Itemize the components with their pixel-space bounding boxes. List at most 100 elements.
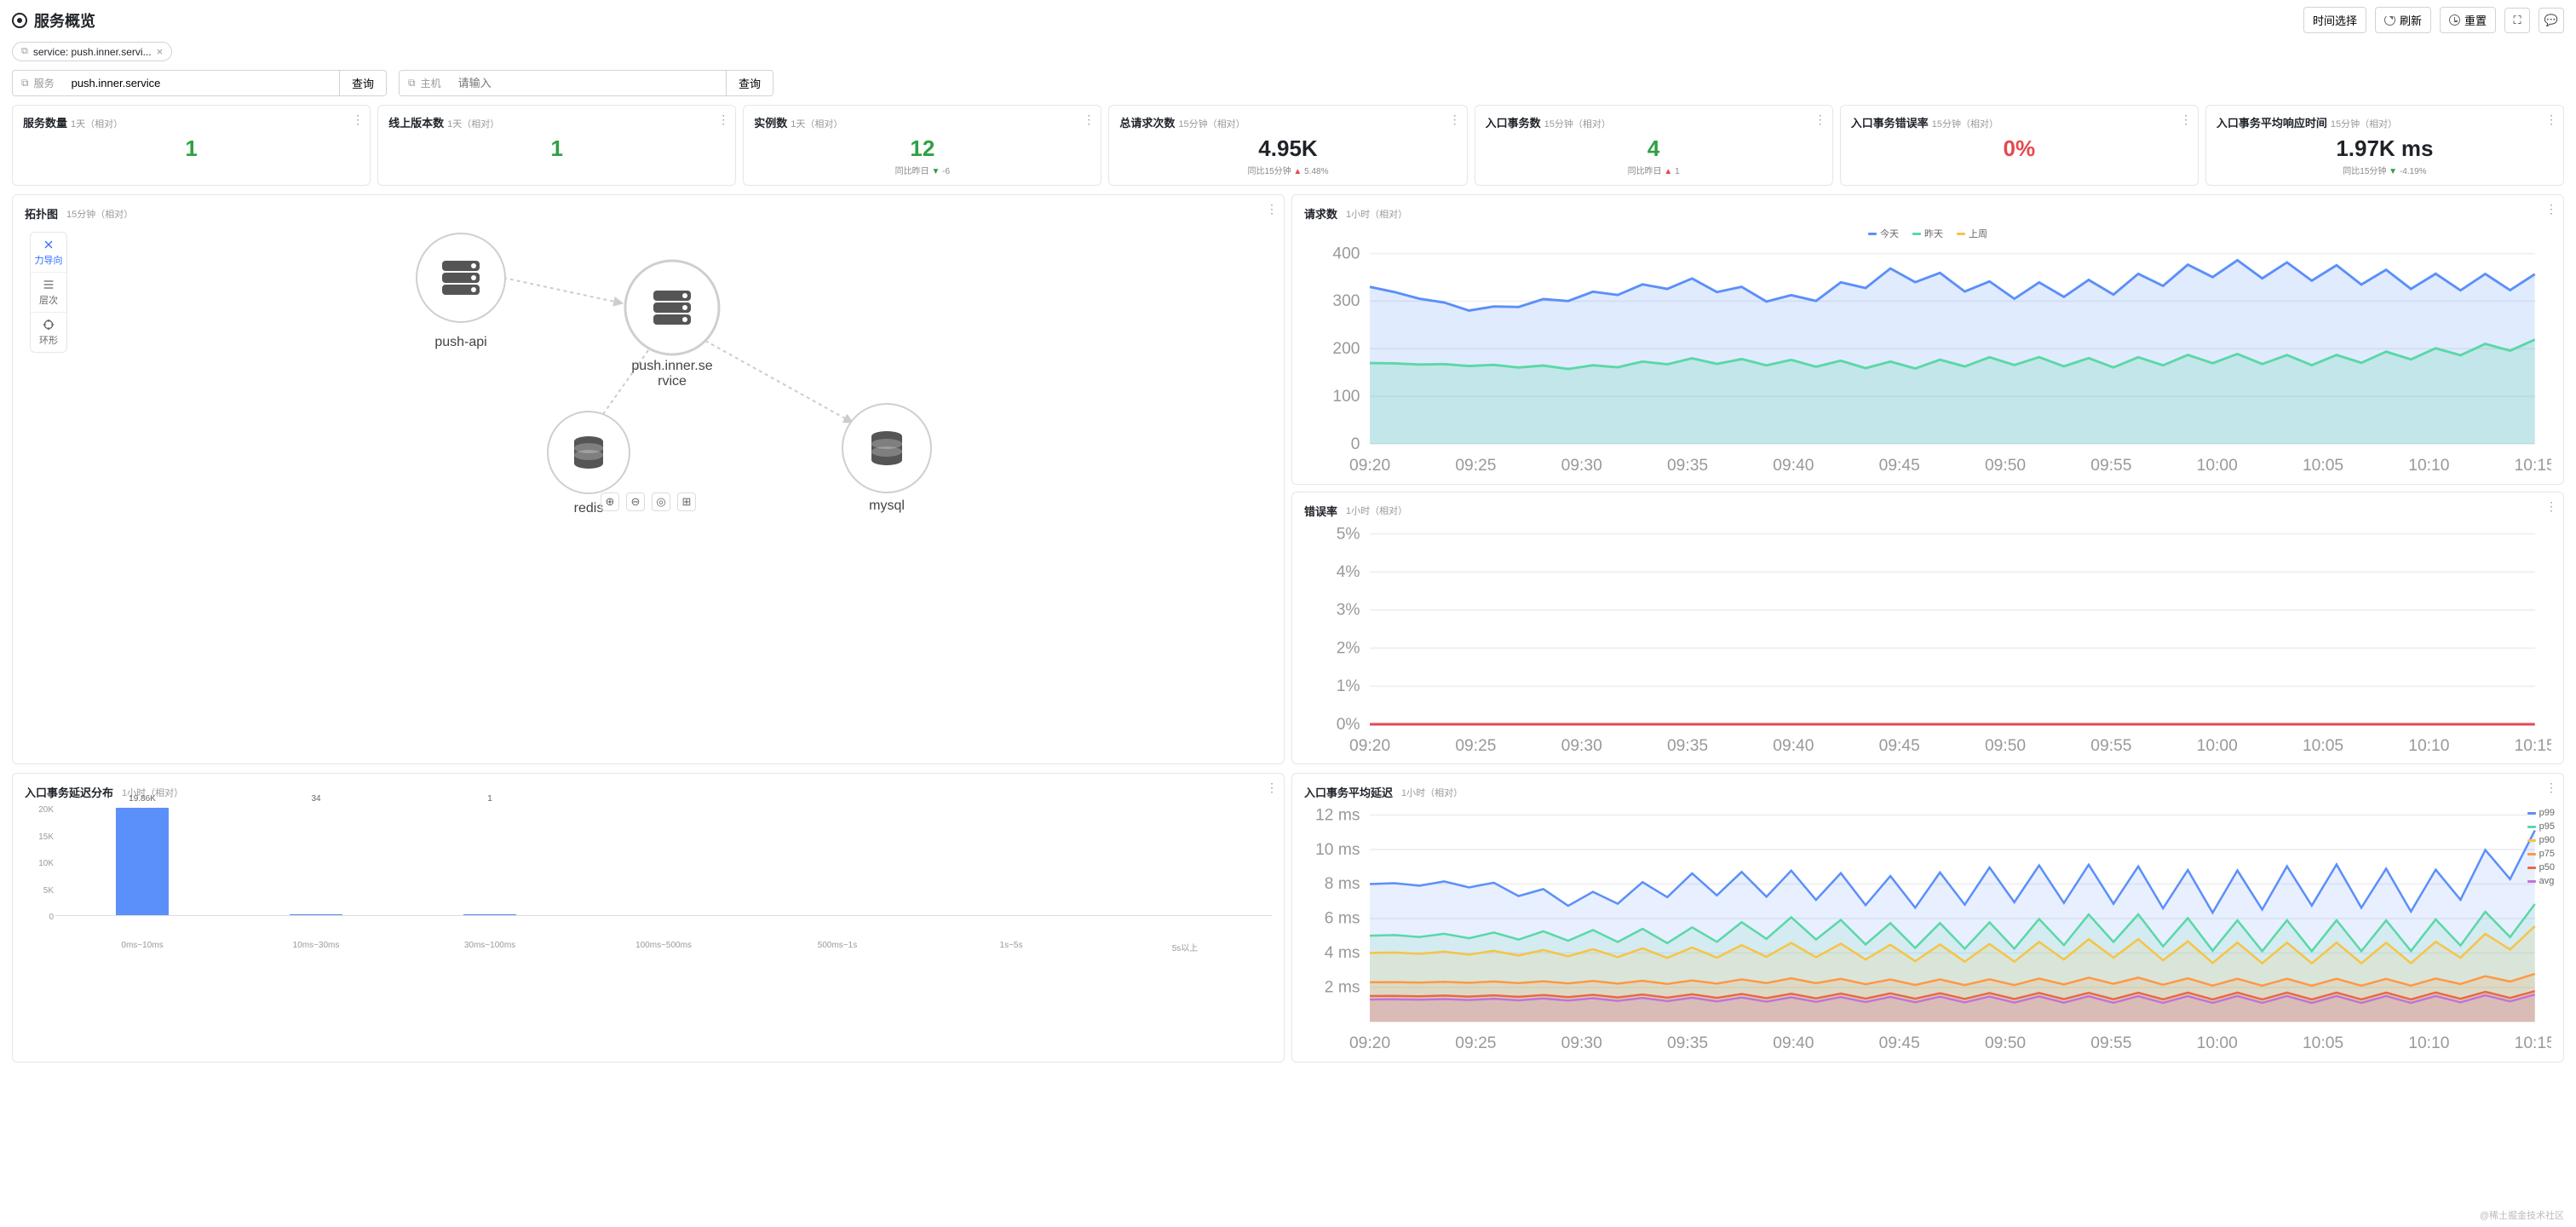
svg-text:09:55: 09:55 (2090, 457, 2131, 474)
more-icon[interactable]: ⋮ (2545, 112, 2556, 127)
svg-text:1%: 1% (1337, 677, 1360, 695)
error-rate-chart: ⋮ 错误率1小时（相对） 0%1%2%3%4%5% 09:2009:2509:3… (1291, 492, 2564, 765)
node-mysql[interactable]: mysql (869, 498, 905, 513)
refresh-button[interactable]: 刷新 (2375, 7, 2431, 33)
reset-button[interactable]: 重置 (2440, 7, 2496, 33)
svg-text:09:45: 09:45 (1879, 736, 1920, 753)
zoom-out-button[interactable]: ⊖ (626, 493, 645, 511)
topo-layout-tools: 力导向 层次 环形 (30, 232, 67, 353)
more-icon[interactable]: ⋮ (1449, 112, 1460, 127)
svg-text:10:15: 10:15 (2515, 736, 2551, 753)
time-select-button[interactable]: 时间选择 (2303, 7, 2366, 33)
node-push-api[interactable]: push-api (434, 335, 486, 349)
refresh-icon (2384, 14, 2395, 26)
stat-error-rate: ⋮ 入口事务错误率15分钟（相对） 0% (1840, 105, 2199, 186)
history-icon (2449, 14, 2460, 26)
svg-text:300: 300 (1332, 292, 1360, 310)
svg-text:10:10: 10:10 (2408, 1034, 2449, 1051)
error-chart-svg: 0%1%2%3%4%5% 09:2009:2509:3009:3509:4009… (1304, 524, 2551, 754)
svg-text:09:30: 09:30 (1561, 457, 1602, 474)
zoom-fit-button[interactable]: ◎ (652, 493, 670, 511)
service-input[interactable] (63, 71, 339, 95)
stat-instances: ⋮ 实例数1天（相对） 12 同比昨日 ▼ -6 (743, 105, 1101, 186)
latency-histogram: ⋮ 入口事务延迟分布1小时（相对） 20K15K10K5K0 19.86K341… (12, 773, 1285, 1063)
layout-force[interactable]: 力导向 (31, 233, 66, 273)
service-search: ⧉服务 查询 (12, 70, 387, 96)
logo-icon (12, 13, 27, 28)
svg-text:10:00: 10:00 (2197, 736, 2238, 753)
svg-text:09:20: 09:20 (1349, 1034, 1390, 1051)
zoom-expand-button[interactable]: ⊞ (677, 493, 696, 511)
more-icon[interactable]: ⋮ (2180, 112, 2191, 127)
requests-chart-svg: 0 100 200 300 400 09:20 09:25 09:30 09:35 09:40 0… (1304, 244, 2551, 474)
svg-text:09:20: 09:20 (1349, 457, 1390, 474)
page-title: 服务概览 (34, 9, 95, 32)
tag-icon: ⧉ (21, 77, 29, 89)
svg-text:10:05: 10:05 (2303, 736, 2343, 753)
svg-text:10:00: 10:00 (2197, 457, 2238, 474)
more-icon[interactable]: ⋮ (2545, 202, 2556, 216)
svg-text:2%: 2% (1337, 639, 1360, 657)
svg-text:09:40: 09:40 (1773, 457, 1814, 474)
host-query-button[interactable]: 查询 (726, 71, 773, 95)
svg-text:09:25: 09:25 (1455, 457, 1496, 474)
svg-text:12 ms: 12 ms (1315, 807, 1360, 825)
svg-text:10:00: 10:00 (2197, 1034, 2238, 1051)
requests-chart: ⋮ 请求数1小时（相对） 今天 昨天 上周 0100200300400 09:2… (1291, 194, 2564, 485)
more-icon[interactable]: ⋮ (717, 112, 728, 127)
chat-button[interactable]: 💬 (2539, 8, 2564, 33)
svg-text:09:30: 09:30 (1561, 736, 1602, 753)
host-search: ⧉主机 查询 (399, 70, 773, 96)
layout-ring[interactable]: 环形 (31, 313, 66, 352)
svg-text:4%: 4% (1337, 563, 1360, 581)
host-input[interactable] (450, 71, 726, 95)
svg-text:10:05: 10:05 (2303, 457, 2343, 474)
svg-text:100: 100 (1332, 388, 1360, 406)
stat-requests: ⋮ 总请求次数15分钟（相对） 4.95K 同比15分钟 ▲ 5.48% (1108, 105, 1467, 186)
filter-chip[interactable]: ⧉ service: push.inner.servi... × (12, 42, 172, 61)
svg-text:09:45: 09:45 (1879, 1034, 1920, 1051)
svg-text:5%: 5% (1337, 525, 1360, 543)
svg-text:8 ms: 8 ms (1325, 876, 1360, 894)
svg-text:09:35: 09:35 (1667, 1034, 1708, 1051)
svg-text:09:45: 09:45 (1879, 457, 1920, 474)
latency-chart-svg: 2 ms4 ms6 ms8 ms10 ms12 ms 09:2009:2509:… (1304, 805, 2551, 1051)
svg-text:10:10: 10:10 (2408, 736, 2449, 753)
more-icon[interactable]: ⋮ (1266, 781, 1277, 795)
fullscreen-button[interactable]: ⛶ (2504, 8, 2530, 33)
more-icon[interactable]: ⋮ (1814, 112, 1826, 127)
svg-text:09:25: 09:25 (1455, 1034, 1496, 1051)
more-icon[interactable]: ⋮ (352, 112, 363, 127)
more-icon[interactable]: ⋮ (2545, 499, 2556, 514)
svg-text:10:10: 10:10 (2408, 457, 2449, 474)
zoom-in-button[interactable]: ⊕ (601, 493, 619, 511)
topology-panel: ⋮ 拓扑图15分钟（相对） 力导向 层次 环形 (12, 194, 1285, 764)
svg-text:09:50: 09:50 (1985, 1034, 2026, 1051)
svg-text:10 ms: 10 ms (1315, 841, 1360, 859)
svg-text:200: 200 (1332, 340, 1360, 358)
svg-text:09:55: 09:55 (2090, 736, 2131, 753)
node-push-inner-service[interactable]: rvice (658, 374, 687, 389)
close-icon[interactable]: × (157, 45, 164, 58)
more-icon[interactable]: ⋮ (1083, 112, 1094, 127)
latency-percentile-chart: ⋮ 入口事务平均延迟1小时（相对） 2 ms4 ms6 ms8 ms10 ms1… (1291, 773, 2564, 1063)
stat-txn: ⋮ 入口事务数15分钟（相对） 4 同比昨日 ▲ 1 (1475, 105, 1833, 186)
svg-text:09:50: 09:50 (1985, 736, 2026, 753)
svg-text:4 ms: 4 ms (1325, 944, 1360, 962)
node-redis[interactable]: redis (574, 501, 604, 516)
svg-text:09:35: 09:35 (1667, 457, 1708, 474)
more-icon[interactable]: ⋮ (1266, 202, 1277, 216)
service-query-button[interactable]: 查询 (339, 71, 386, 95)
svg-text:09:40: 09:40 (1773, 1034, 1814, 1051)
svg-text:0: 0 (1351, 435, 1360, 453)
stat-versions: ⋮ 线上版本数1天（相对） 1 (377, 105, 736, 186)
svg-text:0%: 0% (1337, 715, 1360, 733)
svg-text:09:30: 09:30 (1561, 1034, 1602, 1051)
svg-text:09:40: 09:40 (1773, 736, 1814, 753)
svg-text:400: 400 (1332, 245, 1360, 262)
more-icon[interactable]: ⋮ (2545, 781, 2556, 795)
svg-text:09:20: 09:20 (1349, 736, 1390, 753)
svg-text:10:15: 10:15 (2515, 457, 2551, 474)
layout-layer[interactable]: 层次 (31, 273, 66, 313)
svg-text:push.inner.se[interactable]: push.inner.se (631, 359, 712, 373)
